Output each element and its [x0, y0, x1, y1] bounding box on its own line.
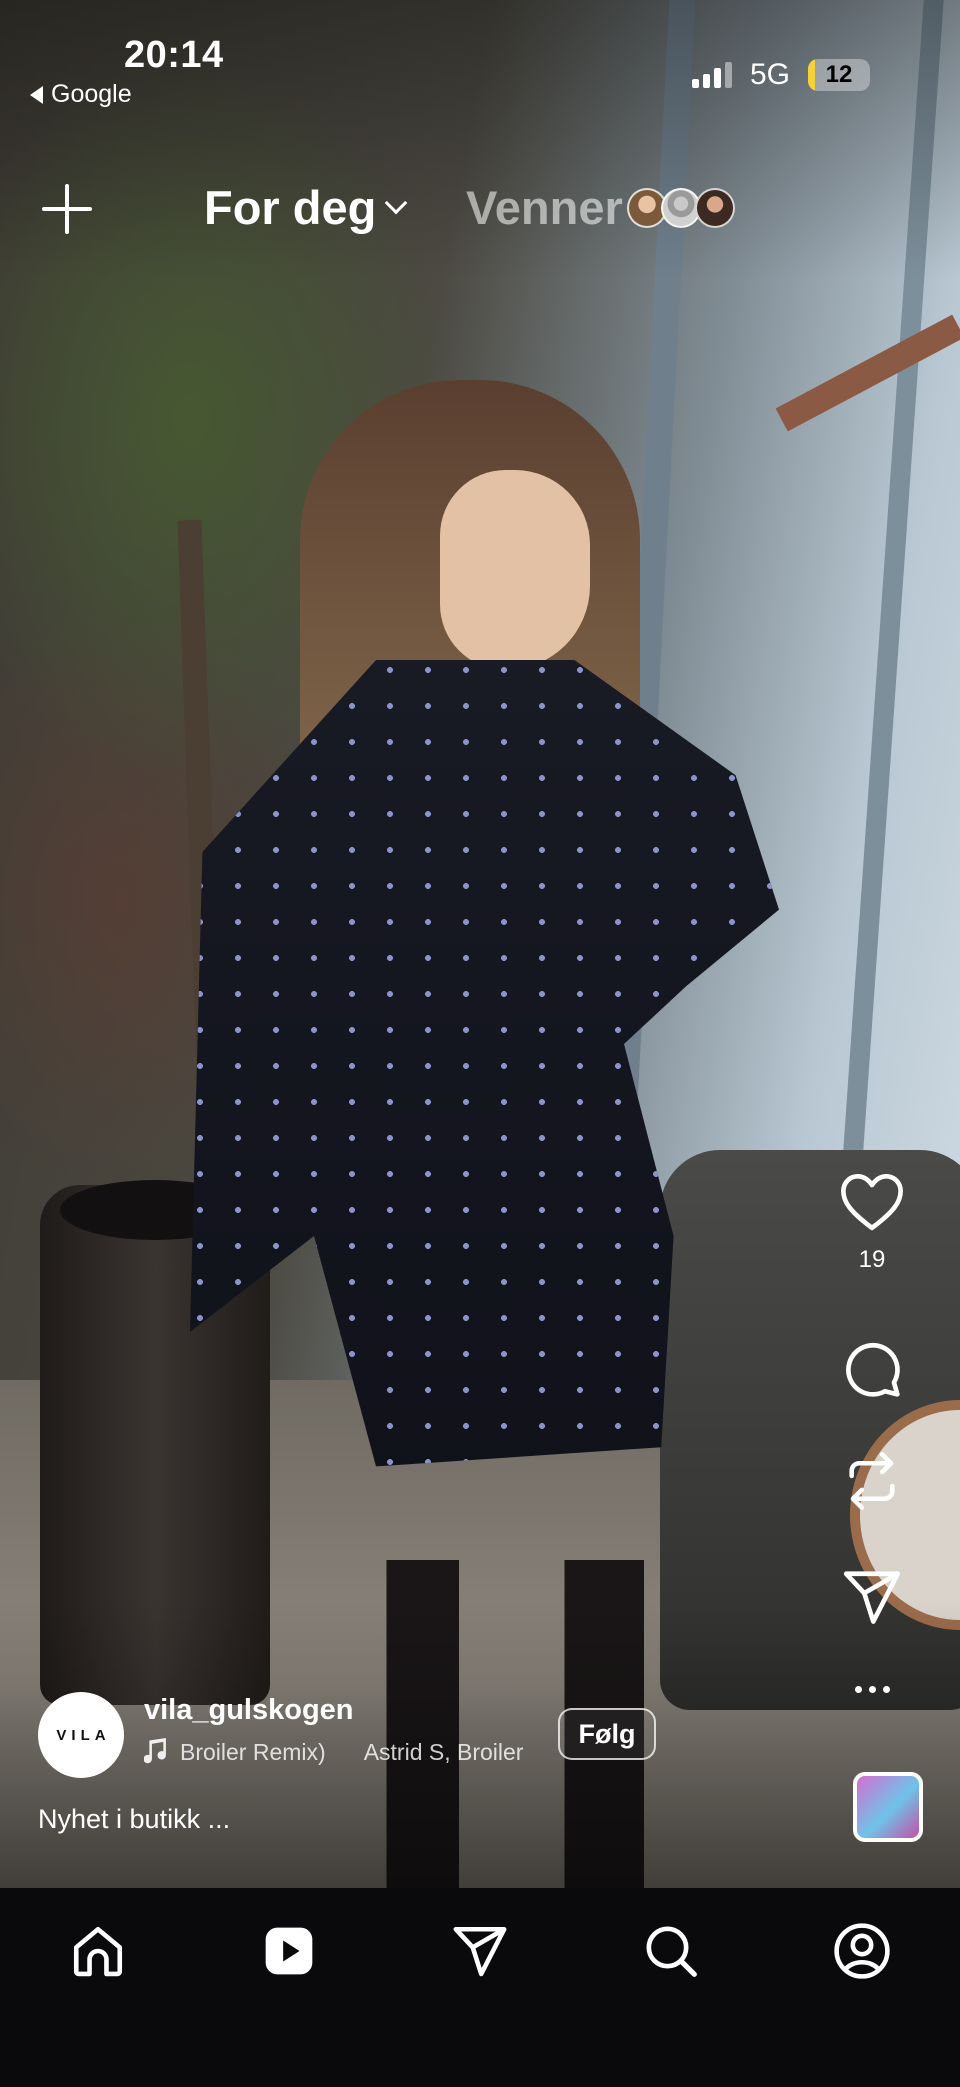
tab-for-you[interactable]: For deg [204, 180, 408, 235]
network-type: 5G [749, 58, 790, 91]
nav-home[interactable] [67, 1920, 129, 1982]
create-plus-icon[interactable] [42, 184, 92, 234]
like-count: 19 [858, 1246, 886, 1273]
friends-avatars [626, 187, 735, 228]
author-logo-text: VILA [56, 1726, 111, 1744]
music-note-icon [144, 1738, 166, 1764]
follow-button[interactable]: Følg [558, 1708, 656, 1760]
bottom-tab-bar [0, 1888, 960, 2087]
more-icon[interactable] [854, 1686, 890, 1693]
search-icon[interactable] [643, 1923, 699, 1979]
friend-avatar [694, 187, 735, 228]
post-caption[interactable]: Nyhet i butikk ... [38, 1804, 230, 1835]
nav-reels[interactable] [258, 1920, 320, 1982]
status-time: 20:14 [124, 34, 224, 76]
back-to-app-link[interactable]: Google [30, 80, 132, 109]
tab-friends[interactable]: Venner [466, 180, 735, 235]
signal-icon [691, 62, 732, 88]
author-avatar[interactable]: VILA [38, 1692, 124, 1778]
heart-icon[interactable] [839, 1172, 905, 1232]
comment-icon[interactable] [841, 1338, 903, 1400]
battery-icon: 12 [808, 59, 870, 91]
audio-cover-thumbnail[interactable] [853, 1772, 923, 1842]
song-title: Broiler Remix) [180, 1738, 326, 1765]
audio-info[interactable]: Broiler Remix) Astrid S, Broiler [144, 1738, 524, 1766]
battery-fill [808, 59, 816, 91]
like-action[interactable]: 19 [824, 1172, 920, 1274]
share-action[interactable] [824, 1568, 920, 1626]
home-icon[interactable] [69, 1922, 127, 1980]
nav-profile[interactable] [831, 1920, 893, 1982]
reels-icon[interactable] [261, 1923, 317, 1979]
battery-level: 12 [825, 61, 853, 88]
tab-for-you-label: For deg [204, 181, 377, 234]
video-person-face [440, 470, 590, 670]
back-arrow-icon [30, 85, 43, 104]
author-username[interactable]: vila_gulskogen [144, 1694, 354, 1727]
chevron-down-icon [385, 191, 408, 214]
back-app-label: Google [51, 80, 132, 108]
repost-action[interactable] [824, 1448, 920, 1514]
send-icon[interactable] [841, 1568, 903, 1626]
messages-icon[interactable] [451, 1924, 509, 1978]
nav-search[interactable] [640, 1920, 702, 1982]
tab-friends-label: Venner [466, 181, 623, 234]
comment-action[interactable] [824, 1338, 920, 1400]
repost-icon[interactable] [841, 1448, 903, 1514]
song-artist: Astrid S, Broiler [363, 1738, 524, 1765]
status-indicators: 5G 12 [691, 58, 870, 92]
video-window-beam [775, 314, 960, 432]
reel-video[interactable] [0, 0, 960, 1888]
more-options[interactable] [824, 1686, 920, 1693]
nav-messages[interactable] [449, 1920, 511, 1982]
profile-icon[interactable] [833, 1922, 891, 1980]
